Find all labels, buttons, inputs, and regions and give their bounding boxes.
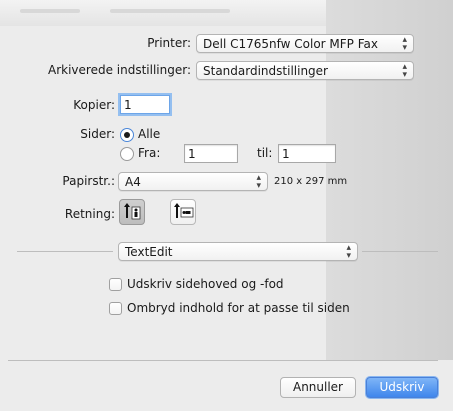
title-bar-ghost-text bbox=[20, 9, 80, 13]
print-button[interactable]: Udskriv bbox=[366, 377, 438, 398]
presets-label: Arkiverede indstillinger: bbox=[48, 63, 191, 77]
orientation-label: Retning: bbox=[64, 207, 115, 221]
footer-separator bbox=[8, 360, 438, 361]
header-footer-checkbox[interactable] bbox=[109, 278, 122, 291]
updown-arrows-icon: ▴ ▾ bbox=[402, 61, 407, 80]
updown-arrows-icon: ▴ ▾ bbox=[346, 242, 351, 261]
title-bar-ghost-text bbox=[110, 9, 230, 13]
pages-from-field[interactable]: 1 bbox=[184, 144, 238, 163]
app-section-value: TextEdit bbox=[125, 245, 173, 259]
pages-label: Sider: bbox=[80, 127, 115, 141]
updown-arrows-icon: ▴ ▾ bbox=[256, 172, 261, 191]
pages-to-value: 1 bbox=[282, 147, 290, 161]
cancel-button[interactable]: Annuller bbox=[280, 377, 356, 398]
copies-label: Kopier: bbox=[73, 98, 115, 112]
portrait-orientation-button[interactable] bbox=[119, 199, 145, 225]
updown-arrows-icon: ▴ ▾ bbox=[402, 34, 407, 53]
header-footer-label: Udskriv sidehoved og -fod bbox=[127, 277, 284, 291]
paper-dimensions: 210 x 297 mm bbox=[274, 176, 348, 187]
pages-from-label: Fra: bbox=[138, 146, 161, 160]
printer-value: Dell C1765nfw Color MFP Fax bbox=[203, 37, 378, 51]
printer-label: Printer: bbox=[147, 36, 191, 50]
copies-value: 1 bbox=[124, 98, 132, 112]
pages-from-radio[interactable] bbox=[120, 147, 134, 161]
pages-to-label: til: bbox=[257, 146, 273, 160]
section-separator-left bbox=[17, 251, 113, 252]
presets-value: Standardindstillinger bbox=[203, 64, 328, 78]
section-separator-right bbox=[362, 251, 438, 252]
printer-popup[interactable]: Dell C1765nfw Color MFP Fax ▴ ▾ bbox=[196, 34, 414, 53]
pages-from-value: 1 bbox=[188, 147, 196, 161]
wrap-content-label: Ombryd indhold for at passe til siden bbox=[127, 301, 350, 315]
pages-to-field[interactable]: 1 bbox=[278, 144, 336, 163]
presets-popup[interactable]: Standardindstillinger ▴ ▾ bbox=[196, 61, 414, 80]
pages-all-radio[interactable] bbox=[120, 128, 134, 142]
app-section-popup[interactable]: TextEdit ▴ ▾ bbox=[118, 242, 358, 261]
paper-size-popup[interactable]: A4 ▴ ▾ bbox=[118, 172, 268, 191]
radio-dot-icon bbox=[124, 132, 130, 138]
paper-size-label: Papirstr.: bbox=[62, 174, 115, 188]
paper-size-value: A4 bbox=[125, 175, 141, 189]
portrait-orientation-icon bbox=[124, 203, 141, 220]
landscape-orientation-button[interactable] bbox=[170, 199, 196, 225]
pages-all-label: Alle bbox=[138, 127, 161, 141]
landscape-orientation-icon bbox=[174, 203, 194, 218]
wrap-content-checkbox[interactable] bbox=[109, 302, 122, 315]
copies-field[interactable]: 1 bbox=[120, 95, 170, 114]
